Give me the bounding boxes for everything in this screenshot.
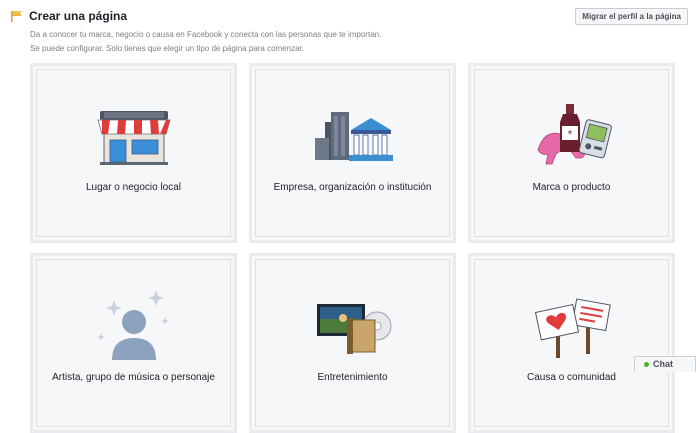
artist-icon xyxy=(96,290,169,360)
company-building-icon xyxy=(314,112,393,161)
card-local-business-inner: Lugar o negocio local xyxy=(36,69,231,237)
page-title: Crear una página xyxy=(29,9,128,23)
card-company[interactable]: Empresa, organización o institución xyxy=(249,63,456,243)
card-local-business[interactable]: Lugar o negocio local xyxy=(30,63,237,243)
svg-text:*: * xyxy=(567,129,572,140)
entertainment-icon xyxy=(316,304,391,354)
card-local-business-label: Lugar o negocio local xyxy=(85,182,182,193)
card-entertainment-inner: Entretenimiento xyxy=(255,259,450,427)
cause-community-icon xyxy=(534,298,611,358)
storefront-icon xyxy=(96,111,171,165)
online-status-icon xyxy=(644,362,649,368)
chat-label: Chat xyxy=(653,359,673,369)
migrate-profile-button[interactable]: Migrar el perfil a la página xyxy=(575,8,688,25)
card-cause-community-inner: Causa o comunidad xyxy=(474,259,669,427)
card-brand-product[interactable]: * Marca o producto xyxy=(468,63,675,243)
card-entertainment[interactable]: Entretenimiento xyxy=(249,253,456,433)
card-company-label: Empresa, organización o institución xyxy=(273,182,432,193)
card-artist[interactable]: Artista, grupo de música o personaje xyxy=(30,253,237,433)
card-artist-label: Artista, grupo de música o personaje xyxy=(52,372,215,383)
card-artist-inner: Artista, grupo de música o personaje xyxy=(36,259,231,427)
page-description-line-1: Da a conocer tu marca, negocio o causa e… xyxy=(30,30,382,39)
card-cause-community-label: Causa o comunidad xyxy=(527,372,616,383)
card-brand-product-inner: * Marca o producto xyxy=(474,69,669,237)
brand-product-icon: * xyxy=(537,104,612,165)
page-header: Crear una página xyxy=(10,9,127,23)
page-description-line-2: Se puede configurar. Solo tienes que ele… xyxy=(30,44,304,53)
flag-icon xyxy=(11,11,22,22)
card-entertainment-label: Entretenimiento xyxy=(317,372,388,383)
card-company-inner: Empresa, organización o institución xyxy=(255,69,450,237)
chat-bar[interactable]: Chat xyxy=(634,356,696,372)
card-cause-community[interactable]: Causa o comunidad xyxy=(468,253,675,433)
card-brand-product-label: Marca o producto xyxy=(532,182,611,193)
